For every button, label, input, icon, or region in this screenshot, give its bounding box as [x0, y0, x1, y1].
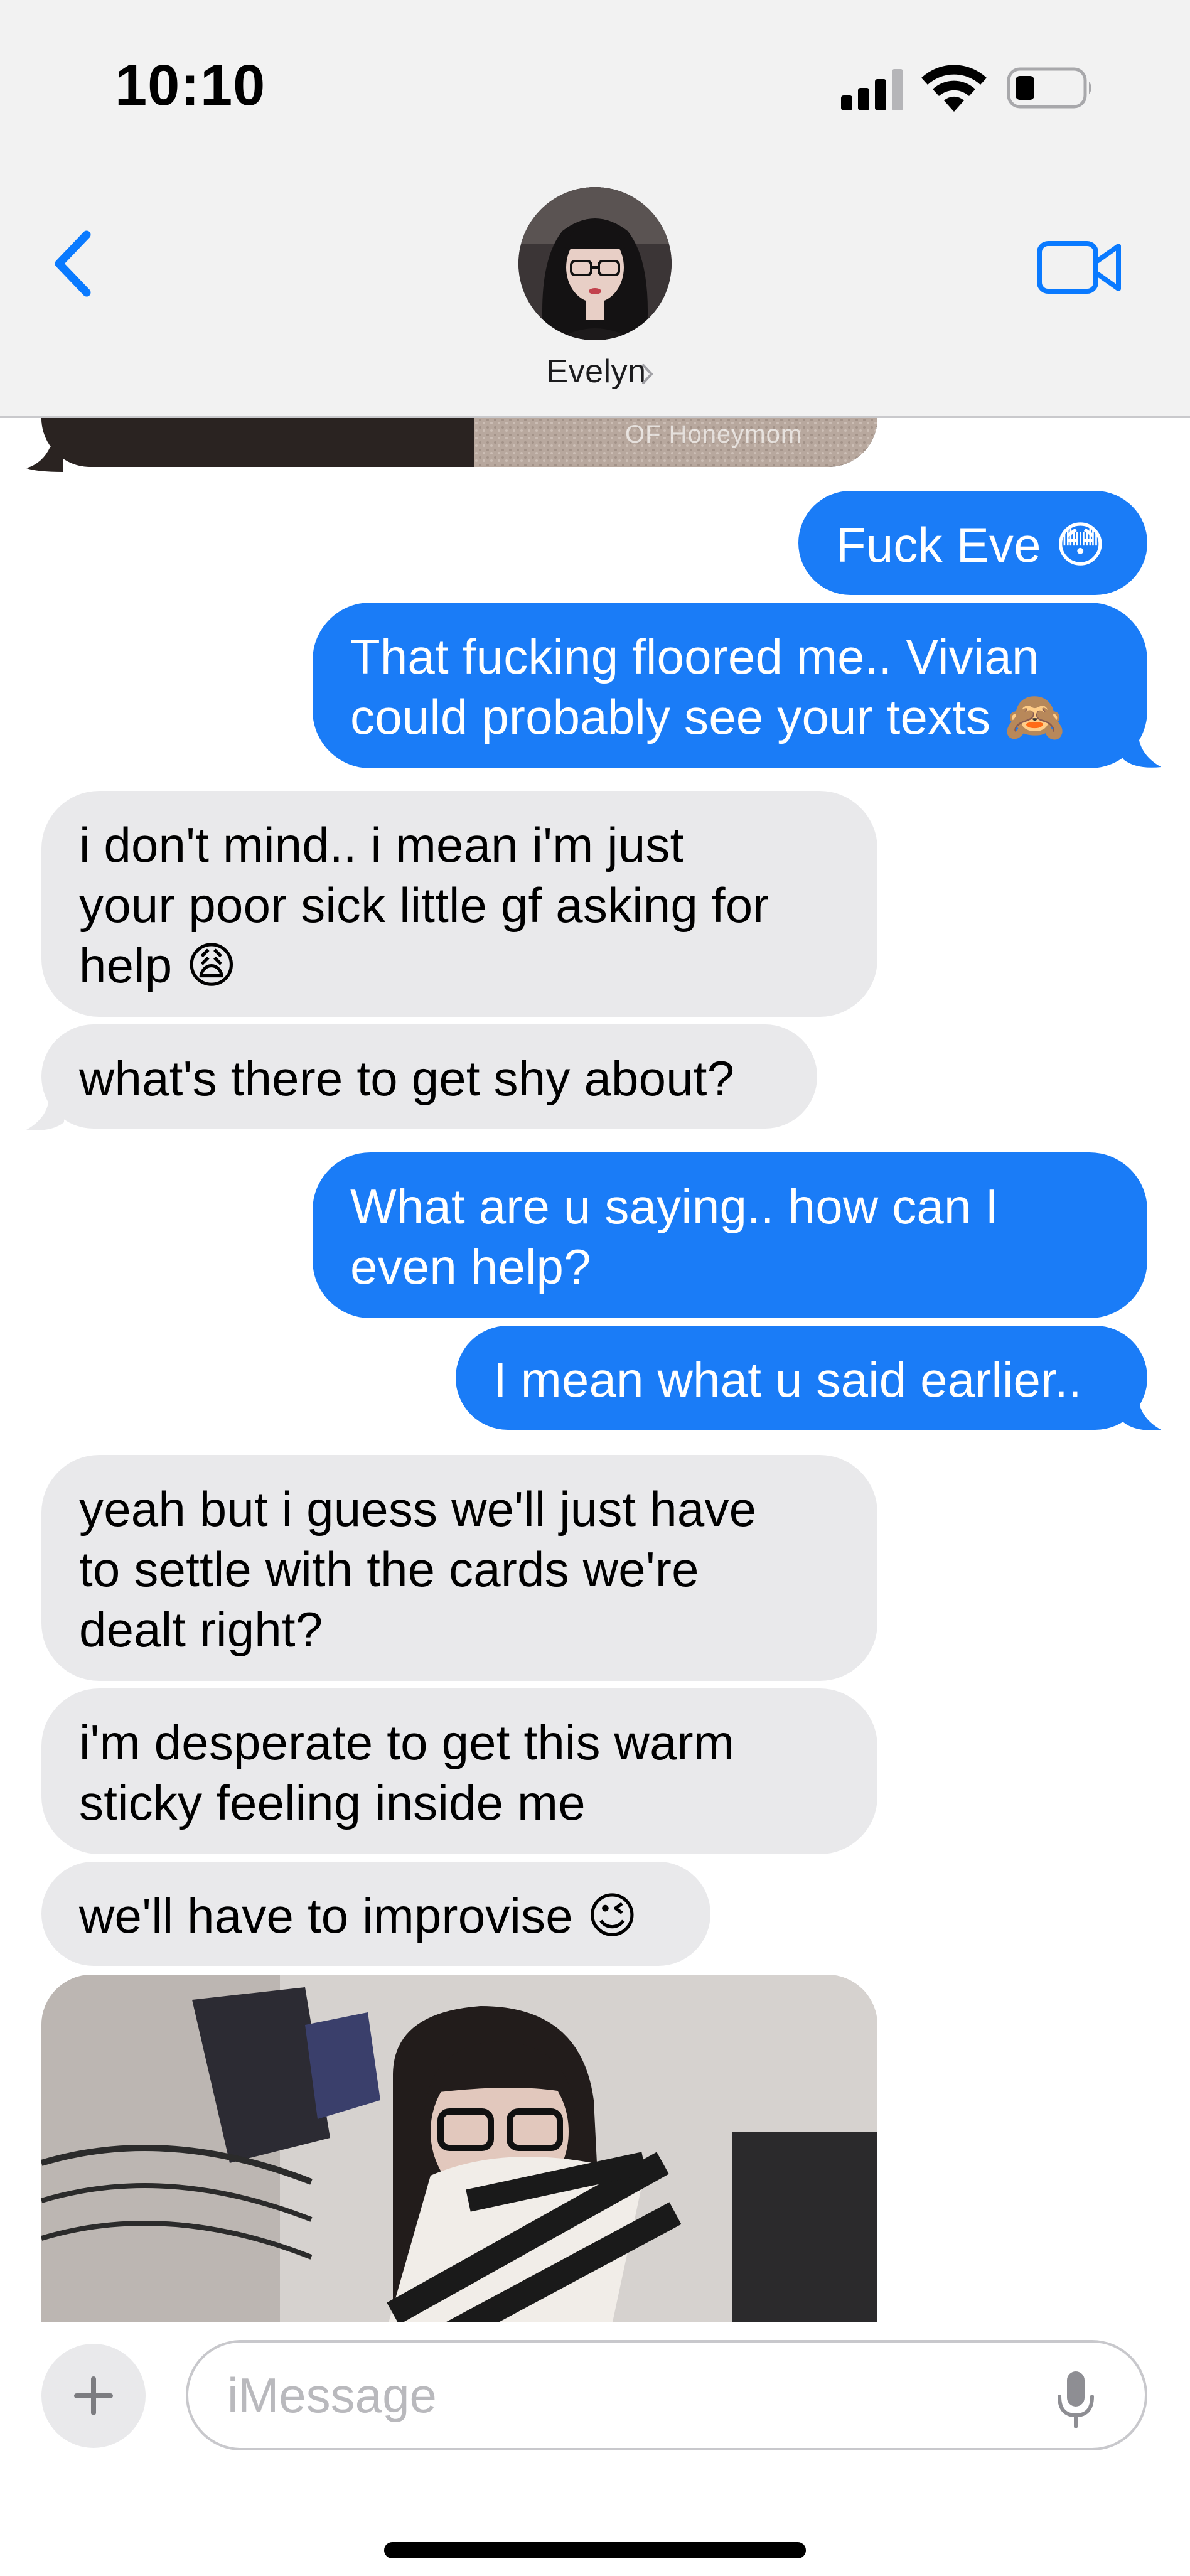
microphone-icon[interactable]: [1054, 2369, 1097, 2429]
plus-icon: [74, 2376, 113, 2415]
contact-header[interactable]: Evelyn: [490, 182, 703, 395]
bubble-tail: [26, 1100, 64, 1130]
contact-name: Evelyn: [546, 353, 646, 390]
back-chevron-icon[interactable]: [45, 226, 102, 301]
cellular-signal-icon: [841, 69, 903, 110]
add-attachment-button[interactable]: [41, 2344, 146, 2448]
outgoing-message-bubble[interactable]: I mean what u said earlier..: [456, 1326, 1147, 1430]
outgoing-message-bubble[interactable]: Fuck Eve 😳: [798, 491, 1147, 595]
chevron-right-icon: [642, 364, 653, 384]
video-camera-icon[interactable]: [1036, 237, 1123, 298]
outgoing-message-bubble[interactable]: That fucking floored me.. Vivian could p…: [313, 603, 1147, 768]
imessage-input[interactable]: [186, 2340, 1147, 2450]
incoming-message-bubble[interactable]: what's there to get shy about?: [41, 1024, 817, 1129]
photo-message-bottom[interactable]: [41, 1975, 877, 2351]
wifi-icon: [921, 65, 987, 112]
incoming-message-bubble[interactable]: yeah but i guess we'll just have to sett…: [41, 1455, 877, 1681]
navigation-header: 10:10 Evelyn: [0, 0, 1190, 418]
incoming-message-bubble[interactable]: we'll have to improvise 😉: [41, 1862, 710, 1966]
bubble-tail: [26, 447, 63, 472]
home-indicator: [384, 2542, 806, 2558]
incoming-message-bubble[interactable]: i'm desperate to get this warm sticky fe…: [41, 1688, 877, 1854]
bubble-tail: [1123, 1400, 1161, 1430]
message-composer: [0, 2322, 1190, 2576]
battery-icon: [1007, 67, 1091, 109]
incoming-message-bubble[interactable]: i don't mind.. i mean i'm just your poor…: [41, 791, 877, 1017]
contact-avatar: [518, 187, 672, 340]
bubble-tail: [1123, 737, 1161, 768]
status-bar-time: 10:10: [115, 53, 266, 117]
photo-watermark: OF Honeymom: [625, 421, 803, 448]
outgoing-message-bubble[interactable]: What are u saying.. how can I even help?: [313, 1152, 1147, 1318]
